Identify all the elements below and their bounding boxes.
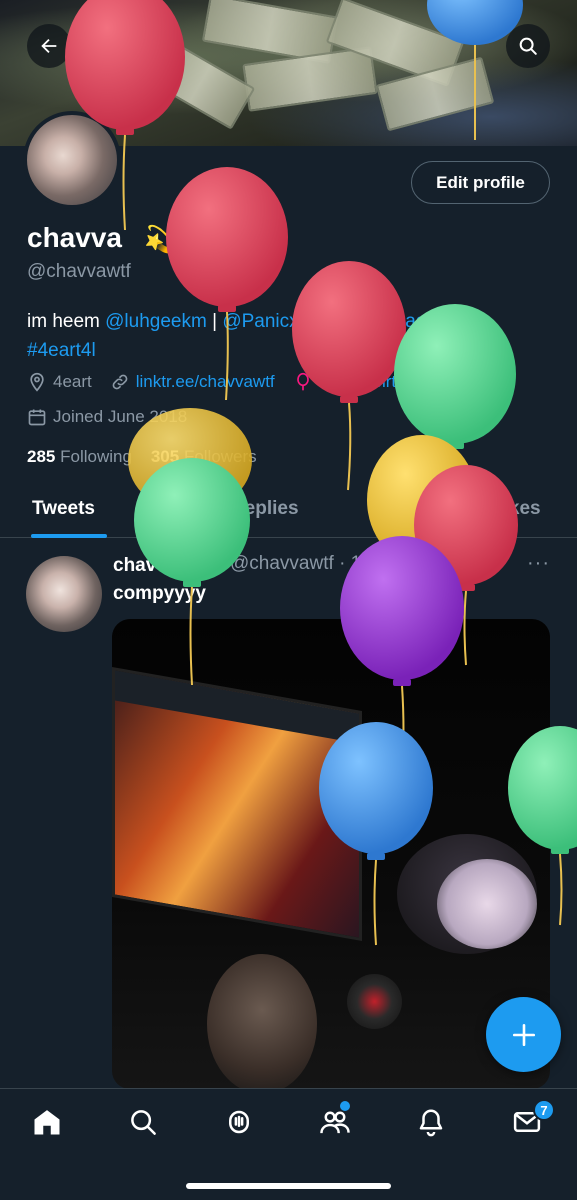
- profile-birthday: Happy birthday!: [318, 372, 438, 391]
- edit-profile-button[interactable]: Edit profile: [411, 161, 550, 204]
- tab-tweets-replies[interactable]: Tweets & replies: [150, 498, 299, 520]
- tweet-media-image[interactable]: [112, 619, 550, 1089]
- profile-name: chavva: [27, 222, 122, 253]
- tab-tweets[interactable]: Tweets: [32, 498, 95, 520]
- tweet-text: compyyyy: [113, 583, 206, 604]
- nav-notifications[interactable]: [414, 1105, 448, 1139]
- active-tab-indicator: [31, 534, 107, 538]
- profile-meta-row: 4eart linktr.ee/chavvawtf Happy birthday…: [27, 372, 438, 392]
- bio-mention-link[interactable]: @Panicxv: [222, 311, 308, 332]
- bio-mention-link[interactable]: @luhgeekm: [105, 311, 207, 332]
- media-mouse: [347, 974, 402, 1029]
- bio-text: im heem: [27, 311, 106, 332]
- tweet-time: · 1d: [339, 553, 372, 574]
- back-button[interactable]: [27, 24, 71, 68]
- followers-label: Followers: [183, 447, 257, 466]
- bio-hashtag-link[interactable]: #4eart4l: [27, 340, 96, 361]
- communities-notification-dot: [340, 1101, 350, 1111]
- profile-stats: 285 Following 305 Followers: [27, 447, 257, 467]
- media-bear: [207, 954, 317, 1089]
- profile-location: 4eart: [53, 372, 92, 391]
- search-button[interactable]: [506, 24, 550, 68]
- home-indicator: [186, 1183, 391, 1189]
- profile-avatar[interactable]: [23, 111, 121, 209]
- tweet-author-emoji: 💫: [182, 555, 207, 576]
- nav-spaces[interactable]: [222, 1105, 256, 1139]
- followers-count: 305: [150, 447, 180, 466]
- media-plush: [437, 859, 537, 949]
- media-monitor: [112, 666, 362, 942]
- media-monitor-toolbar: [115, 670, 359, 744]
- messages-badge: 7: [533, 1099, 555, 1121]
- communities-icon: [320, 1111, 350, 1134]
- balloon-red: [166, 167, 288, 401]
- tab-likes[interactable]: Likes: [492, 498, 541, 520]
- profile-joined-row: Joined June 2018: [27, 407, 187, 427]
- profile-bio: im heem @luhgeekm | @Panicxv | @BoutaBag…: [27, 307, 547, 365]
- bio-mention-link[interactable]: @BoutaBagFG: [324, 311, 453, 332]
- bell-icon: [419, 1109, 443, 1137]
- location-icon: [30, 372, 44, 392]
- tweet-author-name: chavva 💫: [113, 553, 206, 577]
- search-icon: [519, 37, 537, 55]
- banner-bill: [144, 38, 256, 130]
- profile-tabs: Tweets Tweets & replies Media Likes: [0, 486, 577, 538]
- bio-separator: |: [308, 311, 324, 332]
- profile-handle: @chavvawtf: [27, 261, 131, 282]
- back-arrow-icon: [41, 38, 57, 54]
- followers-link[interactable]: 305 Followers: [151, 447, 257, 466]
- profile-joined: Joined June 2018: [53, 407, 188, 426]
- balloon-icon: [296, 372, 309, 391]
- search-icon: [131, 1110, 156, 1135]
- home-icon: [34, 1110, 60, 1135]
- following-count: 285: [27, 447, 56, 466]
- profile-website-link[interactable]: linktr.ee/chavvawtf: [136, 372, 275, 392]
- bio-separator: |: [206, 311, 223, 332]
- plus-icon: [512, 1023, 535, 1046]
- following-label: Following: [60, 447, 132, 466]
- compose-tweet-button[interactable]: [486, 997, 561, 1072]
- banner-bill: [242, 46, 378, 112]
- tweet-author-handle: @chavvawtf · 1d: [230, 553, 372, 575]
- tab-media[interactable]: Media: [372, 498, 426, 520]
- link-icon: [112, 374, 128, 390]
- tweet-handle-text: @chavvawtf: [230, 553, 334, 574]
- nav-search[interactable]: [126, 1105, 160, 1139]
- nav-home[interactable]: [30, 1105, 64, 1139]
- name-emoji: 💫: [144, 224, 177, 254]
- tweet-author-name-text: chavva: [113, 555, 178, 576]
- following-link[interactable]: 285 Following: [27, 447, 132, 466]
- balloon-yellow: [367, 435, 477, 651]
- calendar-icon: [28, 409, 46, 426]
- tweet-more-button[interactable]: ···: [527, 552, 550, 575]
- tweet-avatar[interactable]: [26, 556, 102, 632]
- spaces-icon: [229, 1110, 249, 1134]
